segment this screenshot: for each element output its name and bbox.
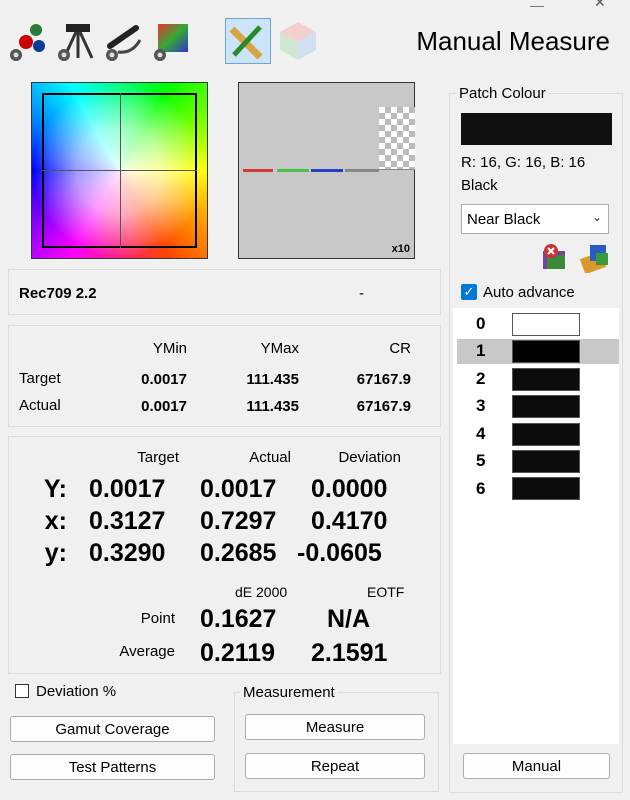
ruler-pencil-icon: [229, 25, 263, 60]
average-de: 0.2119: [200, 639, 276, 667]
manual-measure-icon-frame[interactable]: [225, 18, 271, 64]
auto-advance-checkbox[interactable]: ✓: [461, 284, 477, 300]
average-label: Average: [119, 643, 175, 660]
ysmall-actual: 0.2685: [200, 539, 277, 567]
patch-swatch[interactable]: [512, 368, 580, 391]
cube-icon[interactable]: [276, 18, 320, 62]
deviation-header: Deviation: [338, 449, 401, 466]
patch-swatch[interactable]: [512, 340, 580, 363]
patch-swatch[interactable]: [512, 423, 580, 446]
window-title: Manual Measure: [416, 26, 610, 56]
generate-patches-icon[interactable]: [578, 241, 612, 273]
actual-ymax: 111.435: [246, 398, 299, 415]
x-deviation: 0.4170: [311, 507, 388, 535]
patch-preview: x10: [238, 82, 415, 259]
connection-settings-icon[interactable]: [102, 18, 146, 62]
profile-status: -: [359, 285, 364, 302]
ysmall-label: y:: [44, 539, 67, 567]
profile-panel: Rec709 2.2 -: [8, 269, 441, 315]
close-icon[interactable]: ✕: [594, 0, 610, 10]
patch-index: 3: [476, 396, 486, 415]
actual-cr: 67167.9: [356, 398, 411, 415]
point-de: 0.1627: [200, 605, 277, 633]
target-ymax: 111.435: [246, 371, 299, 388]
patch-swatch[interactable]: [512, 450, 580, 473]
zoom-label: x10: [391, 243, 410, 255]
patch-select-value: Near Black: [467, 211, 541, 228]
x-label: x:: [44, 507, 67, 535]
point-label: Point: [140, 610, 175, 627]
cr-header: CR: [389, 340, 411, 357]
measurement-group-label: Measurement: [240, 684, 338, 701]
gamut-preview: [31, 82, 208, 259]
eotf-header: EOTF: [367, 584, 405, 600]
deviation-percent-label[interactable]: Deviation %: [36, 683, 116, 700]
target-cr: 67167.9: [356, 371, 411, 388]
deviation-percent-checkbox[interactable]: [15, 684, 29, 698]
test-patterns-button[interactable]: Test Patterns: [10, 754, 215, 780]
minimize-icon[interactable]: [530, 0, 544, 7]
patch-index: 0: [476, 314, 486, 333]
x-target: 0.3127: [89, 507, 166, 535]
colors-settings-icon[interactable]: [6, 18, 50, 62]
ymax-header: YMax: [260, 340, 299, 357]
profile-name: Rec709 2.2: [19, 285, 97, 302]
point-eotf: N/A: [327, 605, 371, 633]
measure-button[interactable]: Measure: [245, 714, 425, 740]
clear-patches-icon[interactable]: [539, 241, 571, 273]
patch-index: 2: [476, 369, 486, 388]
manual-button[interactable]: Manual: [463, 753, 610, 779]
patch-name: Black: [461, 177, 498, 194]
y-target: 0.0017: [89, 475, 166, 503]
patch-index: 6: [476, 479, 486, 498]
target-header: Target: [137, 449, 179, 466]
patch-rgb: R: 16, G: 16, B: 16: [461, 154, 586, 171]
patch-colour-label: Patch Colour: [456, 85, 549, 102]
auto-advance-label[interactable]: Auto advance: [483, 284, 575, 301]
luminance-panel: YMin YMax CR Target 0.0017 111.435 67167…: [8, 325, 441, 427]
patch-swatch[interactable]: [512, 313, 580, 336]
y-actual: 0.0017: [200, 475, 277, 503]
actual-label: Actual: [19, 397, 61, 414]
y-label: Y:: [43, 475, 67, 503]
ysmall-deviation: -0.0605: [297, 539, 382, 567]
meter-settings-icon[interactable]: [54, 18, 98, 62]
de2000-header: dE 2000: [235, 584, 288, 600]
patch-colour-swatch: [461, 113, 612, 145]
actual-ymin: 0.0017: [141, 398, 187, 415]
actual-header: Actual: [249, 449, 291, 466]
ymin-header: YMin: [152, 340, 187, 357]
y-deviation: 0.0000: [311, 475, 388, 503]
patch-swatch[interactable]: [512, 395, 580, 418]
average-eotf: 2.1591: [311, 639, 388, 667]
patch-swatch[interactable]: [512, 477, 580, 500]
patch-select[interactable]: Near Black ⌄: [461, 204, 609, 234]
patch-index: 5: [476, 451, 486, 470]
target-ymin: 0.0017: [141, 371, 187, 388]
gamut-coverage-button[interactable]: Gamut Coverage: [10, 716, 215, 742]
display-settings-icon[interactable]: [150, 18, 194, 62]
chevron-down-icon: ⌄: [591, 210, 602, 224]
measurement-panel: Target Actual Deviation Y: 0.0017 0.0017…: [8, 436, 441, 674]
patch-index: 4: [476, 424, 486, 443]
patch-index: 1: [476, 341, 486, 360]
ysmall-target: 0.3290: [89, 539, 166, 567]
x-actual: 0.7297: [200, 507, 277, 535]
repeat-button[interactable]: Repeat: [245, 753, 425, 779]
target-label: Target: [19, 370, 61, 387]
